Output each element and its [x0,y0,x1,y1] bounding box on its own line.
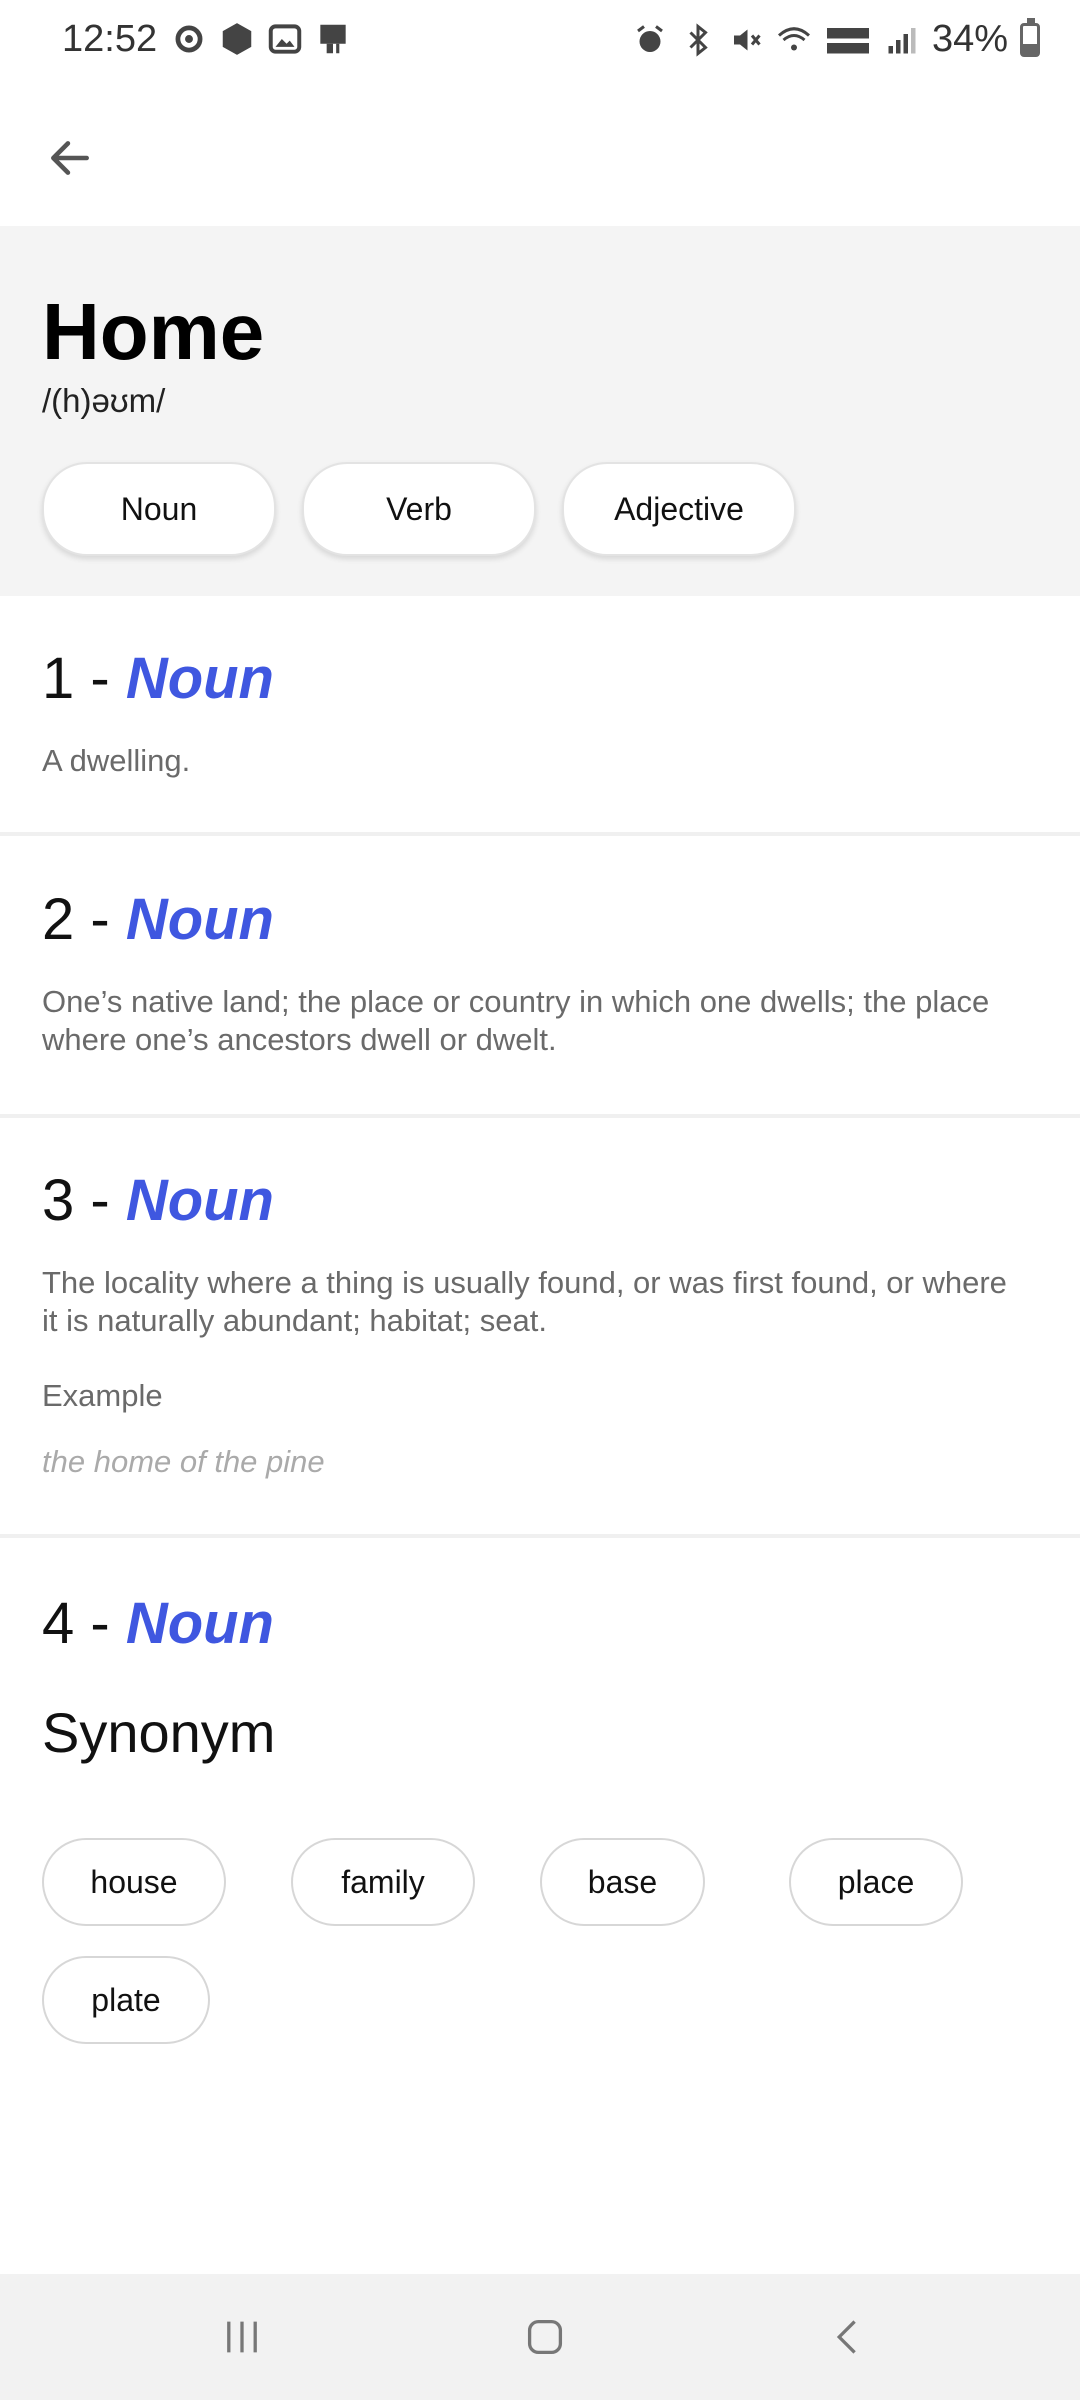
home-button[interactable] [515,2312,575,2362]
definition-heading: 2 - Noun [42,886,1038,953]
synonym-chip-base[interactable]: base [540,1838,705,1926]
app-bar [0,80,1080,226]
synonym-title: Synonym [42,1701,276,1764]
bluetooth-icon [680,22,716,58]
synonym-chip-plate[interactable]: plate [42,1956,210,2044]
definition-pos: Noun [125,887,274,952]
status-left-icons [170,20,352,58]
mute-icon [728,22,764,58]
definition-number: 2 - [42,887,126,952]
cube-icon [218,20,256,58]
settings-gear-icon [170,20,208,58]
wifi-icon [776,22,812,58]
definition-text: The locality where a thing is usually fo… [42,1265,1007,1338]
alarm-icon [632,22,668,58]
definition-pos: Noun [125,1168,274,1233]
status-right: 34% [632,17,1040,61]
status-bar: 12:52 34% [0,0,1080,80]
definition-heading: 4 - Noun [42,1590,1038,1657]
definition-text: A dwelling. [42,743,191,778]
definition-4: 4 - Noun [0,1590,1080,1657]
definition-heading: 3 - Noun [42,1167,1038,1234]
part-of-speech-filters: Noun Verb Adjective [42,462,796,556]
definition-number: 4 - [42,1591,126,1656]
example-text: the home of the pine [42,1444,325,1479]
back-button[interactable] [40,128,100,188]
recent-apps-icon [227,2321,257,2353]
chevron-left-icon [836,2320,856,2354]
pronunciation: /(h)əʊm/ [42,382,166,419]
recent-apps-button[interactable] [212,2312,272,2362]
definition-text: One’s native land; the place or country … [42,984,990,1057]
word-title: Home [42,287,265,376]
divider [0,1534,1080,1538]
system-nav-bar [0,2274,1080,2400]
home-square-icon [527,2319,563,2355]
synonym-chip-family[interactable]: family [291,1838,475,1926]
divider [0,832,1080,836]
definition-2: 2 - Noun One’s native land; the place or… [0,886,1080,1059]
definition-heading: 1 - Noun [42,645,1038,712]
pos-chip-verb[interactable]: Verb [302,462,536,556]
definition-number: 3 - [42,1168,126,1233]
word-header: Home /(h)əʊm/ Noun Verb Adjective [0,226,1080,596]
definition-pos: Noun [125,646,274,711]
signal-icon [884,22,920,58]
definition-1: 1 - Noun A dwelling. [0,645,1080,780]
definition-pos: Noun [125,1591,274,1656]
divider [0,1114,1080,1118]
arrow-left-icon [51,141,89,175]
pos-chip-adjective[interactable]: Adjective [562,462,796,556]
volte-icon [824,22,872,58]
synonym-chip-house[interactable]: house [42,1838,226,1926]
pos-chip-noun[interactable]: Noun [42,462,276,556]
battery-percent: 34% [931,18,1008,60]
synonym-chip-place[interactable]: place [789,1838,963,1926]
example-label: Example [42,1378,163,1413]
definition-number: 1 - [42,646,126,711]
system-back-button[interactable] [818,2312,878,2362]
definition-3: 3 - Noun The locality where a thing is u… [0,1167,1080,1480]
device-icon [314,20,352,58]
status-time: 12:52 [62,18,158,60]
image-icon [266,20,304,58]
battery-icon [1020,17,1040,57]
